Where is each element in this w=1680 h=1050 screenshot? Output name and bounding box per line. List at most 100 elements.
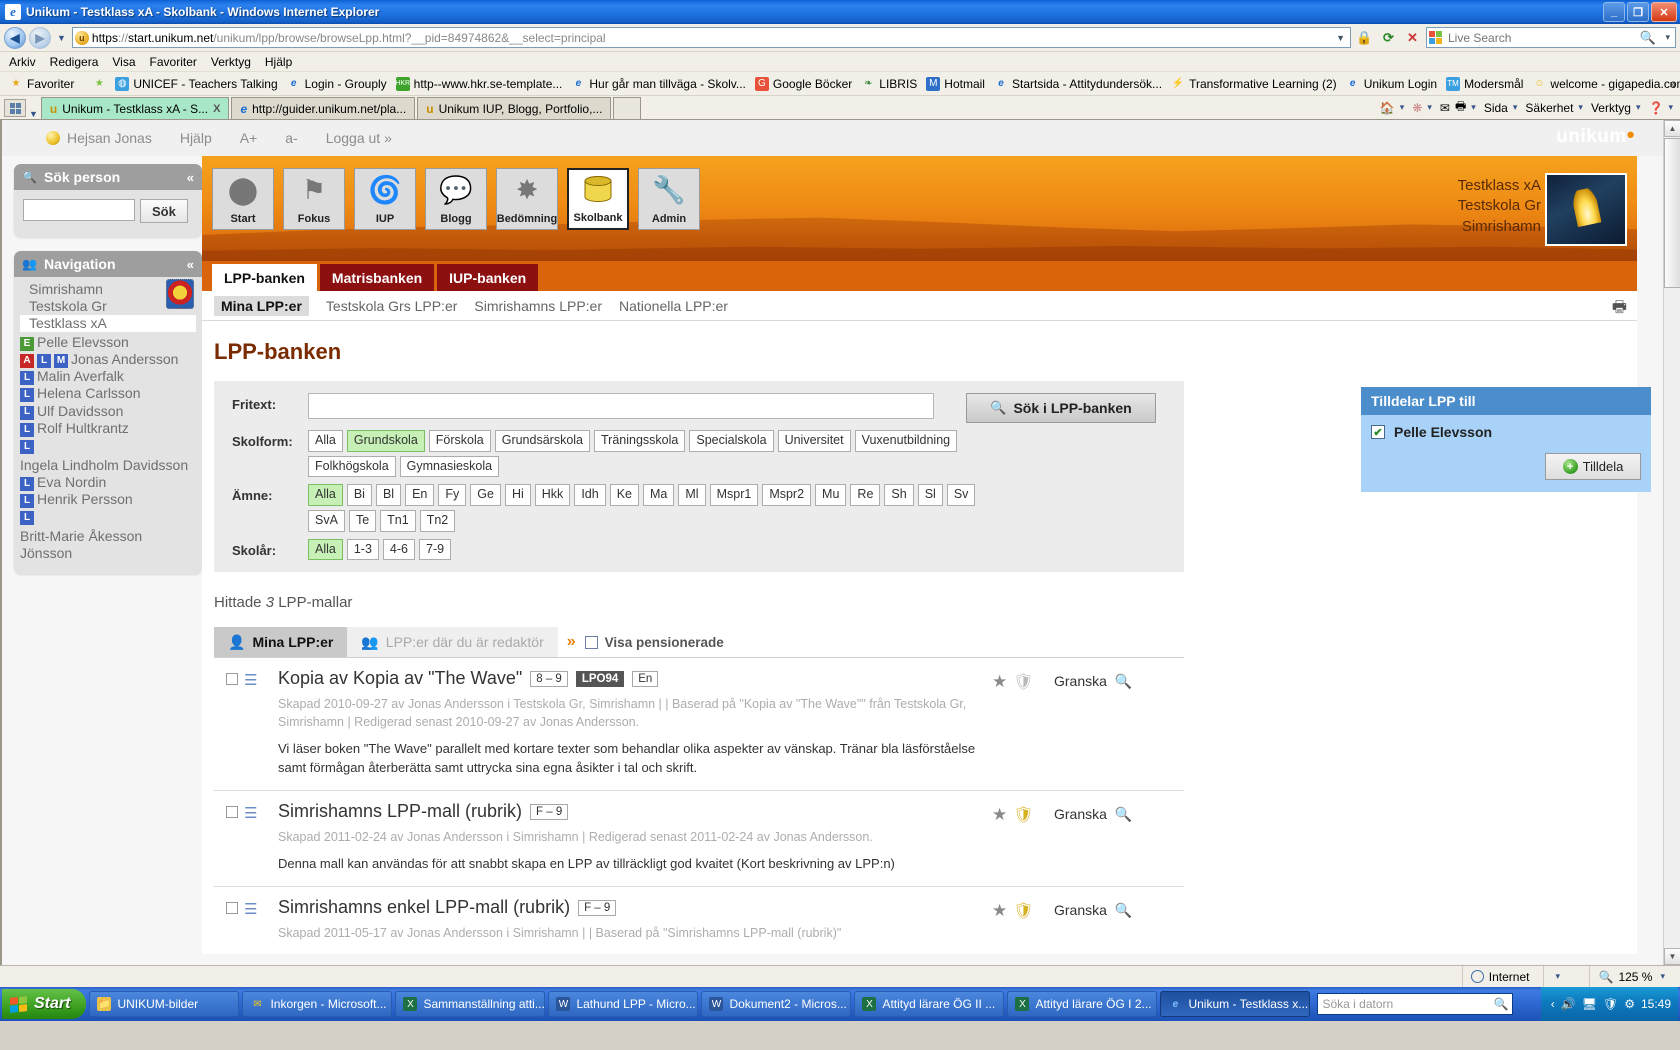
table-row[interactable]: ☰ Simrishamns LPP-mall (rubrik) F – 9 Sk… [214, 791, 1184, 888]
chip-amne-hi[interactable]: Hi [504, 484, 531, 506]
show-retired-toggle[interactable]: Visa pensionerade [584, 635, 724, 650]
safety-menu-button[interactable]: Säkerhet ▾ [1525, 101, 1586, 115]
favorite-item[interactable]: e Hur går man tillväga - Skolv... [568, 76, 749, 92]
home-button[interactable]: 🏠 ▾ [1380, 101, 1407, 115]
browser-tab-0[interactable]: u Unikum - Testklass xA - S... X [40, 97, 230, 119]
font-decrease-link[interactable]: a- [285, 130, 297, 146]
maximize-button[interactable]: ❐ [1627, 2, 1649, 22]
chip-amne-mu[interactable]: Mu [815, 484, 847, 506]
scroll-thumb[interactable] [1664, 138, 1680, 288]
start-button[interactable]: Start [2, 989, 87, 1019]
new-tab-button[interactable] [613, 97, 642, 119]
checkbox-icon[interactable] [226, 902, 238, 915]
chip-amne-te[interactable]: Te [348, 509, 377, 532]
chip-amne-alla[interactable]: Alla [308, 484, 343, 506]
nav-person[interactable]: L Ingela Lindholm Davidsson [20, 437, 196, 474]
recent-pages-dropdown-icon[interactable]: ▼ [54, 33, 69, 43]
printer-icon[interactable]: 🖶 [1612, 296, 1627, 323]
chip-amne-ke[interactable]: Ke [609, 484, 639, 506]
subtab-testskola-grs-lpper[interactable]: Testskola Grs LPP:er [326, 298, 458, 314]
star-icon[interactable]: ★ [992, 672, 1007, 692]
scroll-down-button[interactable]: ▼ [1664, 948, 1680, 965]
row-review-action[interactable]: Granska 🔍 [1054, 801, 1184, 874]
checkbox-icon[interactable]: ✔ [1371, 425, 1385, 439]
show-desktop-icon[interactable]: ‹ [1551, 997, 1555, 1011]
clock[interactable]: 15:49 [1641, 997, 1671, 1011]
chip-amne-ml[interactable]: Ml [678, 484, 706, 506]
table-row[interactable]: ☰ Kopia av Kopia av "The Wave" 8 – 9 LPO… [214, 658, 1184, 792]
chip-skolform-traningsskola[interactable]: Träningsskola [594, 430, 686, 452]
person-search-input[interactable] [23, 199, 135, 221]
favorites-button[interactable]: ★ Favoriter [6, 76, 77, 92]
tab-iup-banken[interactable]: IUP-banken [437, 264, 539, 291]
nav-person[interactable]: L Rolf Hultkrantz [20, 420, 196, 437]
person-search-button[interactable]: Sök [140, 199, 188, 223]
browser-tab-1[interactable]: e http://guider.unikum.net/pla... [231, 97, 416, 119]
quick-tabs-button[interactable] [4, 99, 26, 117]
nav-person[interactable]: L Helena Carlsson [20, 385, 196, 403]
appnav-iup[interactable]: 🌀 IUP [354, 168, 416, 230]
nav-person[interactable]: E Pelle Elevsson [20, 334, 196, 352]
listtab-redaktor[interactable]: 👥 LPP:er där du är redaktör [347, 627, 558, 658]
shield-icon[interactable]: 🛡 [1013, 672, 1033, 692]
favorite-item[interactable]: TM Modersmål [1443, 76, 1526, 92]
favorites-overflow-icon[interactable]: » [1669, 77, 1676, 91]
lpp-title[interactable]: Kopia av Kopia av "The Wave" [278, 668, 522, 689]
taskbar-button[interactable]: X Attityd lärare ÖG I 2... [1007, 991, 1158, 1017]
list-icon[interactable]: ☰ [244, 897, 278, 942]
scroll-up-button[interactable]: ▲ [1664, 120, 1680, 137]
tab-matrisbanken[interactable]: Matrisbanken [319, 264, 435, 291]
address-dropdown-icon[interactable]: ▼ [1333, 33, 1348, 43]
tray-icon[interactable]: 🛡 [1603, 997, 1618, 1011]
refresh-icon[interactable]: ⟳ [1378, 27, 1399, 48]
menu-arkiv[interactable]: Arkiv [9, 55, 36, 69]
list-icon[interactable]: ☰ [244, 801, 278, 874]
chip-amne-tn2[interactable]: Tn2 [419, 509, 456, 532]
chip-amne-sl[interactable]: Sl [917, 484, 943, 506]
minimize-button[interactable]: _ [1603, 2, 1625, 22]
feeds-button[interactable]: ❋ ▾ [1412, 101, 1435, 115]
row-review-action[interactable]: Granska 🔍 [1054, 897, 1184, 942]
row-review-action[interactable]: Granska 🔍 [1054, 668, 1184, 778]
forward-button[interactable]: ▶ [29, 26, 51, 49]
menu-favoriter[interactable]: Favoriter [150, 55, 197, 69]
magnifier-icon[interactable]: 🔍 [1494, 997, 1509, 1011]
menu-redigera[interactable]: Redigera [50, 55, 99, 69]
nav-person[interactable]: L Eva Nordin [20, 474, 196, 491]
chip-skolform-alla[interactable]: Alla [308, 430, 343, 452]
chip-skolar-7-9[interactable]: 7-9 [419, 538, 452, 561]
nav-person[interactable]: A L M Jonas Andersson [20, 351, 196, 369]
chip-amne-bi[interactable]: Bi [346, 484, 372, 506]
chip-skolform-vuxenutbildning[interactable]: Vuxenutbildning [854, 430, 958, 452]
nav-person[interactable]: L Ulf Davidsson [20, 403, 196, 420]
back-button[interactable]: ◀ [4, 26, 26, 49]
favorite-item[interactable]: HKR http--www.hkr.se-template... [393, 76, 566, 92]
add-favorite-button[interactable]: ★ [89, 76, 109, 92]
menu-hjalp[interactable]: Hjälp [265, 55, 292, 69]
print-button[interactable]: 🖶 ▾ [1455, 97, 1479, 118]
taskbar-button[interactable]: X Attityd lärare ÖG II ... [854, 991, 1005, 1017]
checkbox-icon[interactable] [584, 635, 598, 649]
star-icon[interactable]: ★ [992, 901, 1007, 921]
favorite-item[interactable]: e Login - Grouply [284, 76, 390, 92]
favorite-item[interactable]: ⚡ Transformative Learning (2) [1168, 76, 1340, 92]
star-icon[interactable]: ★ [992, 805, 1007, 825]
browser-search-box[interactable]: 🔍 ▾ [1426, 27, 1676, 48]
taskbar-button[interactable]: W Dokument2 - Micros... [701, 991, 852, 1017]
search-provider-dropdown-icon[interactable]: ▾ [1662, 32, 1673, 43]
appnav-start[interactable]: ⬤ Start [212, 168, 274, 230]
appnav-admin[interactable]: 🔧 Admin [638, 168, 700, 230]
magnifier-icon[interactable]: 🔍 [1115, 806, 1132, 823]
fritext-input[interactable] [308, 393, 934, 419]
checkbox-icon[interactable] [226, 806, 238, 819]
chip-skolform-grundsarskola[interactable]: Grundsärskola [494, 430, 591, 452]
listtab-mina-lpper[interactable]: 👤 Mina LPP:er [214, 627, 348, 658]
row-select[interactable] [214, 668, 244, 778]
favorite-item[interactable]: G Google Böcker [752, 76, 855, 92]
shield-icon[interactable]: 🛡 [1013, 901, 1033, 921]
stop-icon[interactable]: ✕ [1402, 27, 1423, 48]
chip-amne-sva[interactable]: SvA [308, 509, 345, 532]
search-submit-icon[interactable]: 🔍 [1637, 27, 1658, 48]
favorite-item[interactable]: ◍ UNICEF - Teachers Talking [112, 76, 280, 92]
chip-amne-re[interactable]: Re [850, 484, 881, 506]
